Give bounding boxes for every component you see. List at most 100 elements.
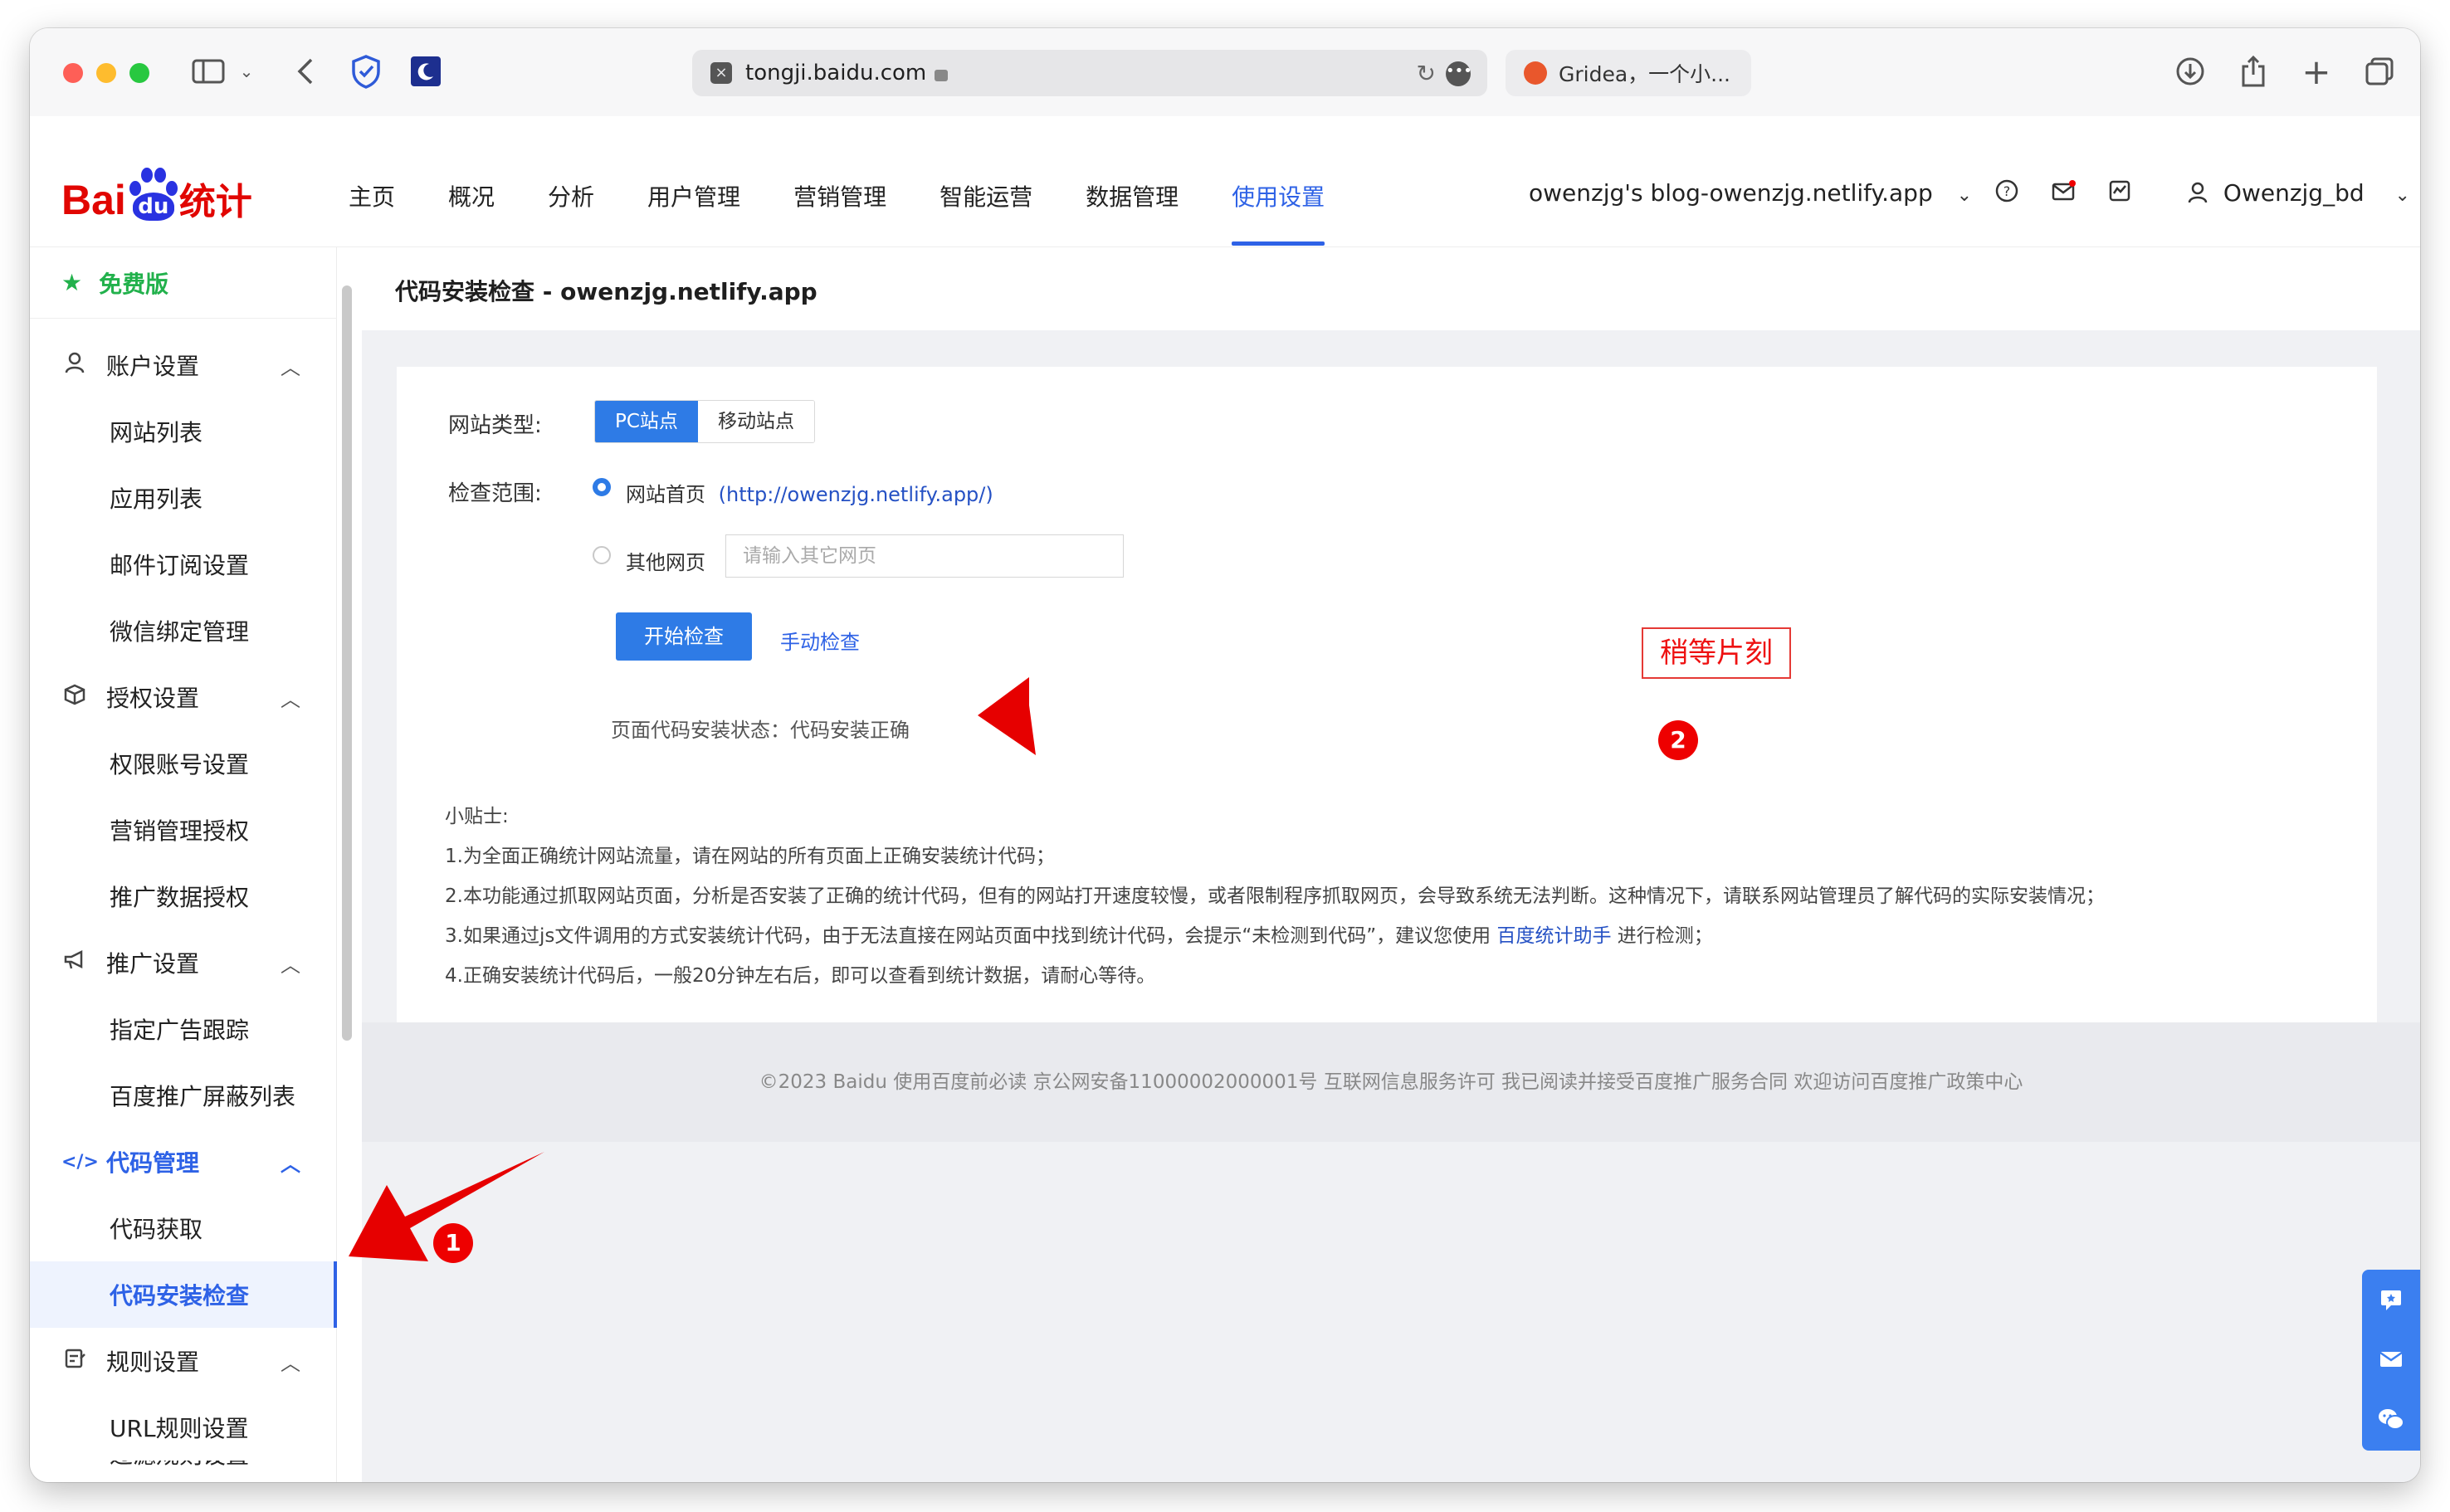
report-icon[interactable]	[2103, 174, 2136, 207]
sidebar-group-rules[interactable]: 规则设置 ︿	[30, 1328, 337, 1394]
baidu-tongji-logo[interactable]: Bai du 统计	[61, 159, 252, 221]
chevron-up-icon: ︿	[281, 1152, 300, 1176]
page-title: 代码安装检查 - owenzjg.netlify.app	[395, 278, 817, 305]
sidebar-item-label: 代码安装检查	[110, 1282, 250, 1310]
sidebar-toggle-icon[interactable]	[188, 51, 229, 91]
logo-text-right: 统计	[178, 181, 252, 223]
nav-analysis[interactable]: 分析	[548, 179, 594, 246]
email-icon[interactable]	[2362, 1329, 2420, 1389]
mail-icon[interactable]	[2047, 174, 2080, 207]
nav-marketing[interactable]: 营销管理	[793, 179, 886, 246]
pc-site-option[interactable]: PC站点	[595, 401, 698, 442]
sidebar-item-code-install-check[interactable]: 代码安装检查	[30, 1261, 337, 1328]
sidebar-group-account[interactable]: 账户设置 ︿	[30, 332, 337, 398]
nav-data-management[interactable]: 数据管理	[1086, 179, 1179, 246]
tip-3-text: 3.如果通过js文件调用的方式安装统计代码，由于无法直接在网站页面中找到统计代码…	[445, 925, 1491, 947]
tab-overview-icon[interactable]	[2359, 51, 2400, 91]
start-check-button[interactable]: 开始检查	[616, 612, 752, 661]
sidebar-group-label: 推广设置	[106, 950, 200, 978]
nav-settings[interactable]: 使用设置	[1232, 179, 1325, 246]
download-icon[interactable]	[2169, 51, 2211, 91]
sidebar-item-label: 网站列表	[110, 419, 203, 446]
lock-icon	[935, 70, 949, 81]
zoom-window-button[interactable]	[129, 63, 149, 83]
other-page-input[interactable]: 请输入其它网页	[725, 534, 1124, 578]
ubuntu-favicon-icon	[1524, 61, 1547, 85]
install-status: 页面代码安装状态：代码安装正确	[611, 719, 910, 742]
address-bar[interactable]: × tongji.baidu.com ↻ •••	[692, 50, 1487, 96]
code-check-card: 网站类型: PC站点 移动站点 检查范围: 网站首页 (http://owenz…	[397, 367, 2377, 1022]
manual-check-link[interactable]: 手动检查	[780, 626, 860, 655]
back-icon[interactable]	[289, 51, 322, 91]
nav-overview[interactable]: 概况	[448, 179, 495, 246]
scope-home-option[interactable]: 网站首页 (http://owenzjg.netlify.app/)	[626, 478, 993, 507]
scope-other-radio[interactable]	[593, 546, 611, 564]
shield-icon[interactable]	[345, 51, 387, 91]
tip-4: 4.正确安装统计代码后，一般20分钟左右后，即可以查看到统计数据，请耐心等待。	[445, 965, 1156, 987]
site-type-label: 网站类型:	[448, 413, 542, 438]
browser-tab-gridea[interactable]: Gridea，一个小...	[1506, 50, 1751, 96]
sidebar-group-promotion[interactable]: 推广设置 ︿	[30, 929, 337, 996]
edition-label: 免费版	[99, 270, 169, 298]
user-icon	[2188, 179, 2215, 207]
sidebar-item-app-list[interactable]: 应用列表	[30, 465, 337, 531]
nav-home[interactable]: 主页	[349, 179, 395, 246]
chevron-up-icon: ︿	[281, 355, 300, 379]
sidebar-item-marketing-authorization[interactable]: 营销管理授权	[30, 797, 337, 863]
sidebar-item-get-code[interactable]: 代码获取	[30, 1195, 337, 1261]
scope-home-radio[interactable]	[593, 478, 611, 496]
user-menu[interactable]: Owenzjg_bd ⌄	[2188, 179, 2410, 207]
chevron-down-icon[interactable]: ⌄	[234, 51, 259, 91]
main-content: 代码安装检查 - owenzjg.netlify.app 网站类型: PC站点 …	[362, 247, 2420, 1482]
scope-other-label[interactable]: 其他网页	[626, 546, 705, 575]
share-icon[interactable]	[2233, 51, 2274, 91]
site-selector[interactable]: owenzjg's blog-owenzjg.netlify.app ⌄	[1529, 179, 1972, 207]
code-icon: </>	[61, 1151, 99, 1173]
footer: ©2023 Baidu 使用百度前必读 京公网安备11000002000001号…	[362, 1022, 2420, 1142]
sidebar-item-label: 邮件订阅设置	[110, 552, 250, 579]
scope-home-url[interactable]: (http://owenzjg.netlify.app/)	[719, 483, 993, 506]
sidebar-item-promotion-block-list[interactable]: 百度推广屏蔽列表	[30, 1062, 337, 1129]
sidebar-group-code-management[interactable]: </> 代码管理 ︿	[30, 1129, 337, 1195]
close-window-button[interactable]	[63, 63, 83, 83]
browser-window: ⌄ × tongji.baidu.com ↻ ••• Gridea，一个小...…	[30, 28, 2420, 1482]
scope-home-label: 网站首页	[626, 483, 705, 506]
mobile-site-option[interactable]: 移动站点	[697, 401, 814, 442]
tab-title: Gridea，一个小...	[1559, 62, 1731, 86]
floating-tools	[2362, 1270, 2420, 1451]
more-options-icon[interactable]: •••	[1446, 61, 1472, 86]
wechat-icon[interactable]	[2362, 1389, 2420, 1449]
nav-smart-ops[interactable]: 智能运营	[939, 179, 1032, 246]
sidebar-group-authorization[interactable]: 授权设置 ︿	[30, 664, 337, 730]
tongji-assistant-link[interactable]: 百度统计助手	[1496, 925, 1611, 947]
new-tab-icon[interactable]: +	[2296, 51, 2337, 92]
feedback-icon[interactable]	[2362, 1270, 2420, 1329]
reload-icon[interactable]: ↻	[1417, 60, 1436, 87]
help-icon[interactable]: ?	[1990, 174, 2023, 207]
app-header: Bai du 统计 主页 概况 分析 用户管理 营销管理 智能运营 数据管理 使…	[30, 116, 2420, 247]
logo-paw-text: du	[132, 193, 174, 221]
megaphone-icon	[61, 949, 88, 976]
browser-toolbar: ⌄ × tongji.baidu.com ↻ ••• Gridea，一个小...…	[30, 28, 2420, 116]
tip-1: 1.为全面正确统计网站流量，请在网站的所有页面上正确安装统计代码；	[445, 846, 1055, 867]
nav-user-management[interactable]: 用户管理	[647, 179, 740, 246]
sidebar-item-permission-accounts[interactable]: 权限账号设置	[30, 730, 337, 797]
settings-sidebar: ★ 免费版 账户设置 ︿ 网站列表 应用列表 邮件订阅设置 微信绑定管理 授权设…	[30, 247, 337, 1482]
tips: 小贴士: 1.为全面正确统计网站流量，请在网站的所有页面上正确安装统计代码； 2…	[445, 797, 2105, 996]
page-header: 代码安装检查 - owenzjg.netlify.app	[362, 247, 2420, 330]
free-edition-banner[interactable]: ★ 免费版	[30, 247, 337, 319]
sidebar-item-promotion-data-authorization[interactable]: 推广数据授权	[30, 863, 337, 929]
sidebar-item-ad-tracking[interactable]: 指定广告跟踪	[30, 996, 337, 1062]
site-type-switch: PC站点 移动站点	[594, 400, 815, 443]
sidebar-item-site-list[interactable]: 网站列表	[30, 398, 337, 465]
sidebar-item-filter-rules[interactable]: 过滤规则设置	[30, 1461, 337, 1482]
chevron-down-icon: ⌄	[2394, 185, 2410, 206]
username: Owenzjg_bd	[2223, 179, 2365, 207]
sidebar-item-mail-subscription[interactable]: 邮件订阅设置	[30, 531, 337, 597]
sidebar-scrollbar[interactable]	[342, 285, 352, 1041]
sidebar-item-url-rules[interactable]: URL规则设置	[30, 1394, 337, 1461]
minimize-window-button[interactable]	[96, 63, 116, 83]
tips-title: 小贴士:	[445, 806, 509, 827]
moon-extension-icon[interactable]	[405, 51, 447, 91]
sidebar-item-wechat-binding[interactable]: 微信绑定管理	[30, 597, 337, 664]
